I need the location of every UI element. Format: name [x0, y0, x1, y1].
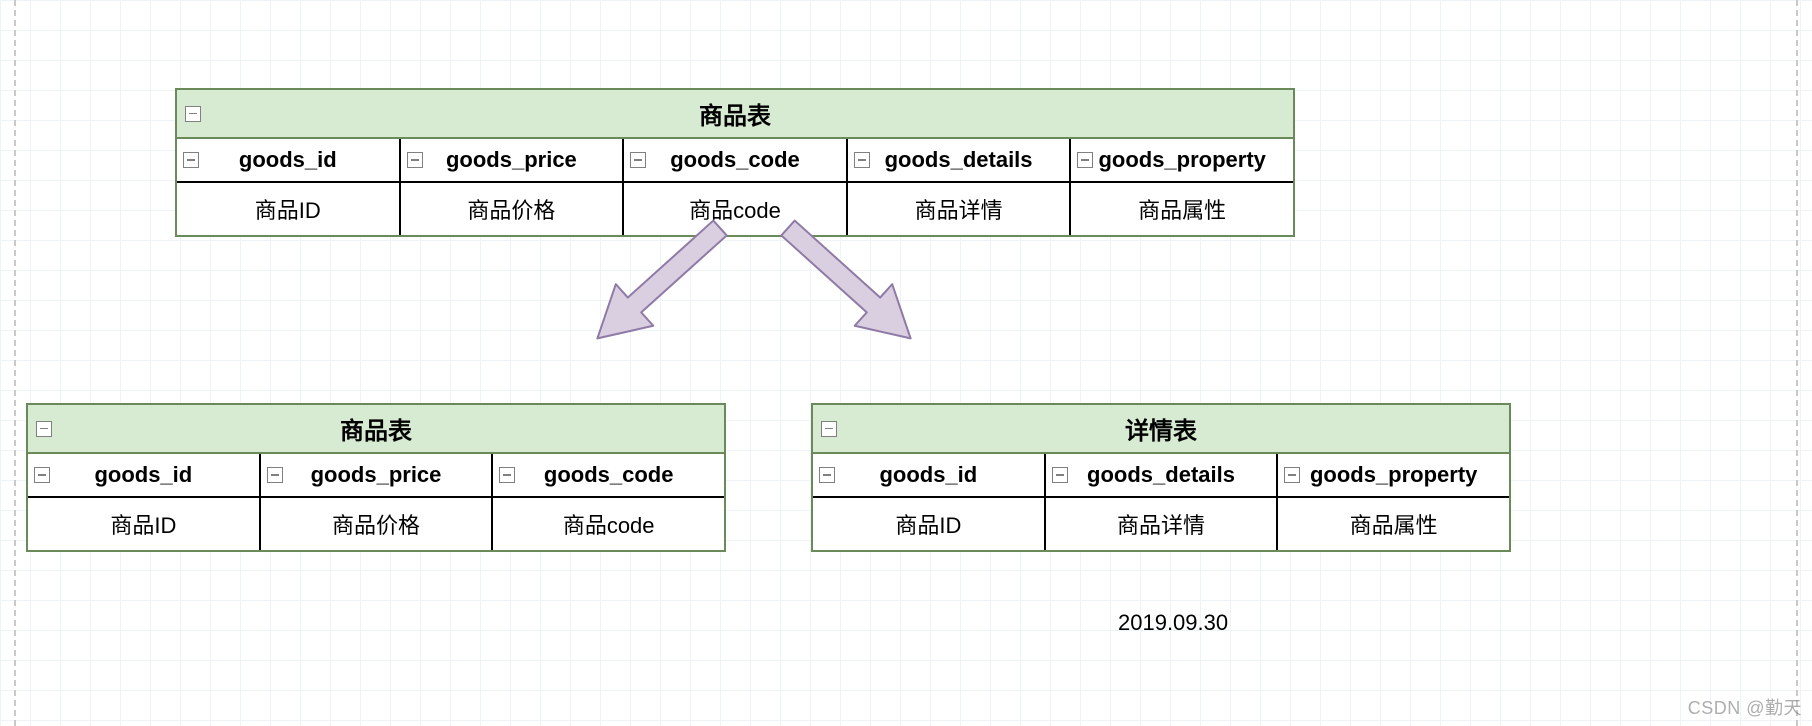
table-left-title-row: 商品表: [28, 405, 724, 454]
page-boundary-left: [14, 0, 16, 726]
col-label: 商品价格: [261, 498, 492, 550]
col-name: goods_price: [311, 462, 442, 487]
col-label: 商品code: [493, 498, 724, 550]
col-label: 商品价格: [401, 183, 623, 235]
collapse-icon[interactable]: [854, 152, 870, 168]
collapse-icon[interactable]: [267, 467, 283, 483]
col-name: goods_code: [670, 147, 800, 172]
page-boundary-right: [1796, 0, 1798, 726]
col-name: goods_price: [446, 147, 577, 172]
col-label: 商品属性: [1071, 183, 1293, 235]
table-left-header-row: goods_id 商品ID goods_price 商品价格 goods_code 商…: [28, 454, 724, 550]
collapse-icon[interactable]: [1052, 467, 1068, 483]
col-name: goods_property: [1098, 147, 1265, 172]
collapse-icon[interactable]: [1077, 152, 1093, 168]
col-name: goods_code: [544, 462, 674, 487]
collapse-icon[interactable]: [819, 467, 835, 483]
collapse-icon[interactable]: [36, 421, 52, 437]
col-name: goods_id: [239, 147, 337, 172]
col-label: 商品属性: [1278, 498, 1509, 550]
table-top: 商品表 goods_id 商品ID goods_price 商品价格 goods_c…: [175, 88, 1295, 237]
collapse-icon[interactable]: [407, 152, 423, 168]
col-label: 商品详情: [1046, 498, 1277, 550]
table-right-header-row: goods_id 商品ID goods_details 商品详情 goods_pro…: [813, 454, 1509, 550]
collapse-icon[interactable]: [1284, 467, 1300, 483]
collapse-icon[interactable]: [630, 152, 646, 168]
col-name: goods_details: [885, 147, 1033, 172]
collapse-icon[interactable]: [821, 421, 837, 437]
collapse-icon[interactable]: [499, 467, 515, 483]
col-name: goods_id: [94, 462, 192, 487]
col-label: 商品ID: [813, 498, 1044, 550]
table-right: 详情表 goods_id 商品ID goods_details 商品详情 goods…: [811, 403, 1511, 552]
collapse-icon[interactable]: [185, 106, 201, 122]
table-top-title-row: 商品表: [177, 90, 1293, 139]
col-name: goods_id: [879, 462, 977, 487]
col-label: 商品code: [624, 183, 846, 235]
collapse-icon[interactable]: [34, 467, 50, 483]
col-name: goods_details: [1087, 462, 1235, 487]
table-left-title: 商品表: [340, 418, 412, 445]
col-label: 商品详情: [848, 183, 1070, 235]
watermark: CSDN @勤天: [1688, 694, 1802, 720]
date-label: 2019.09.30: [1118, 610, 1228, 636]
table-right-title: 详情表: [1125, 418, 1197, 445]
col-name: goods_property: [1310, 462, 1477, 487]
col-label: 商品ID: [177, 183, 399, 235]
table-left: 商品表 goods_id 商品ID goods_price 商品价格 goods_c…: [26, 403, 726, 552]
table-right-title-row: 详情表: [813, 405, 1509, 454]
collapse-icon[interactable]: [183, 152, 199, 168]
table-top-header-row: goods_id 商品ID goods_price 商品价格 goods_code 商…: [177, 139, 1293, 235]
col-label: 商品ID: [28, 498, 259, 550]
table-top-title: 商品表: [699, 103, 771, 130]
